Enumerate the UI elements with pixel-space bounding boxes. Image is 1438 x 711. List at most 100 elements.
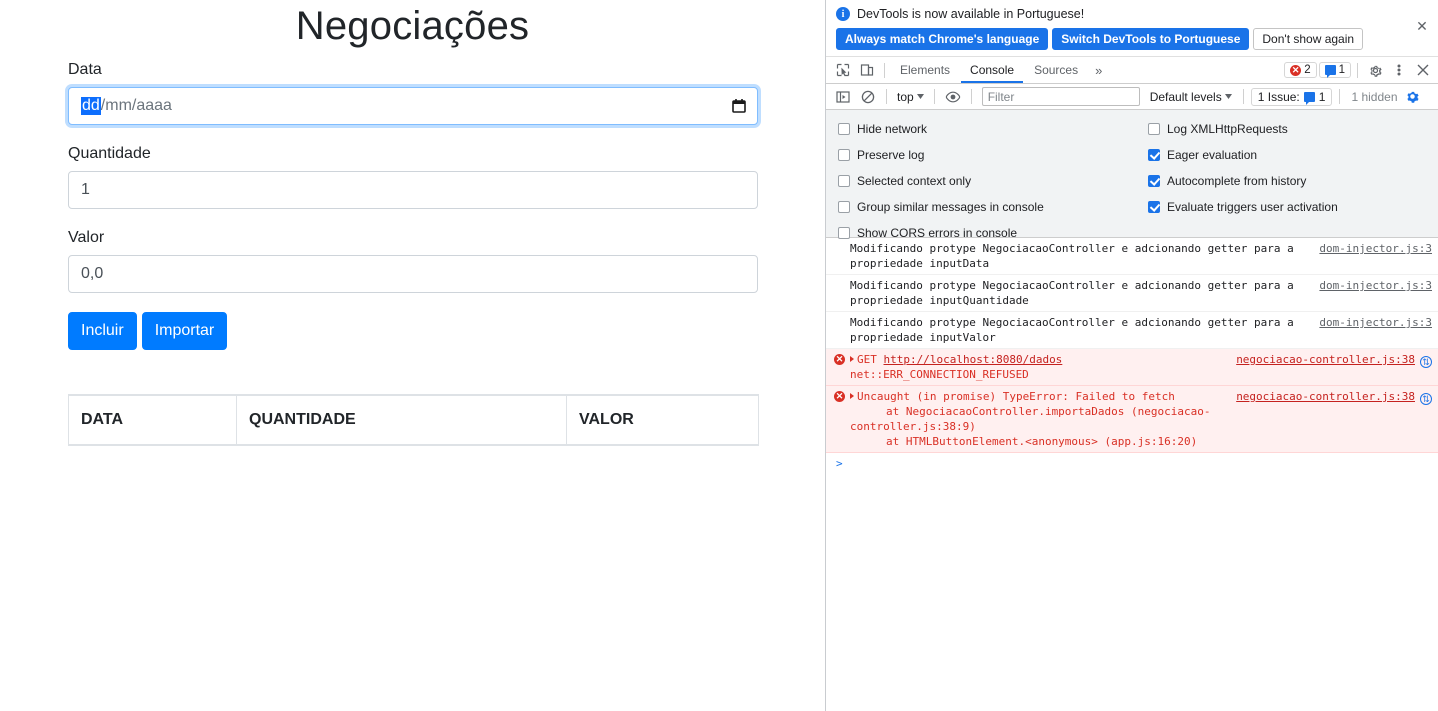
setting-label-eager-evaluation: Eager evaluation [1167,148,1258,162]
close-devtools-icon[interactable] [1412,59,1434,81]
expand-triangle-icon[interactable] [850,356,854,362]
issues-chip[interactable]: 1 Issue: 1 [1250,87,1333,106]
checkbox-preserve-log[interactable] [838,149,850,161]
message-count-label: 1 [1338,64,1345,76]
console-message-source[interactable]: dom-injector.js:3 [1311,315,1432,345]
error-count-label: 2 [1304,64,1311,76]
date-segment-day[interactable]: dd [81,97,101,115]
checkbox-selected-context-only[interactable] [838,175,850,187]
issues-count: 1 [1318,89,1326,104]
checkbox-autocomplete-from-history[interactable] [1148,175,1160,187]
console-message-source[interactable]: dom-injector.js:3 [1311,241,1432,271]
tab-console[interactable]: Console [961,57,1024,83]
console-error-stack-0: at NegociacaoController.importaDados (ne… [850,405,1211,433]
inspect-element-icon[interactable] [832,59,854,81]
gear-icon[interactable] [1364,59,1386,81]
label-quantidade: Quantidade [68,145,151,162]
checkbox-hide-network[interactable] [838,123,850,135]
setting-log-xmlhttprequests[interactable]: Log XMLHttpRequests [1148,116,1438,142]
dont-show-again-button[interactable]: Don't show again [1253,28,1364,50]
close-icon[interactable]: ✕ [1413,17,1431,35]
console-sidebar-icon[interactable] [832,86,854,108]
label-valor: Valor [68,229,105,246]
console-message-line1: Modificando protype NegociacaoController… [850,316,1294,329]
request-url-link[interactable]: http://localhost:8080/dados [884,353,1063,366]
source-link[interactable]: negociacao-controller.js:38 [1236,390,1415,403]
clear-console-icon[interactable] [857,86,879,108]
checkbox-group-similar-messages[interactable] [838,201,850,213]
setting-evaluate-triggers-user-activation[interactable]: Evaluate triggers user activation [1148,194,1438,220]
console-message-source[interactable]: dom-injector.js:3 [1311,278,1432,308]
checkbox-eager-evaluation[interactable] [1148,149,1160,161]
checkbox-evaluate-triggers-user-activation[interactable] [1148,201,1160,213]
console-message-error[interactable]: ✕ Uncaught (in promise) TypeError: Faile… [826,386,1438,453]
console-error-line2: net::ERR_CONNECTION_REFUSED [850,368,1029,381]
date-input[interactable]: dd/mm/aaaa [68,87,758,125]
date-segment-rest[interactable]: /mm/aaaa [101,97,172,115]
source-link[interactable]: negociacao-controller.js:38 [1236,353,1415,366]
form-actions: Incluir Importar [68,312,757,350]
console-message-log[interactable]: Modificando protype NegociacaoController… [826,275,1438,312]
log-levels-selector[interactable]: Default levels [1146,90,1236,104]
open-in-network-panel-icon[interactable]: ⇅ [1420,356,1432,368]
filterbar-divider-1 [886,89,887,104]
live-expression-icon[interactable] [942,86,964,108]
checkbox-log-xmlhttprequests[interactable] [1148,123,1160,135]
setting-group-similar-messages[interactable]: Group similar messages in console [838,194,1132,220]
table-header-row: DATA QUANTIDADE VALOR [68,394,759,446]
setting-preserve-log[interactable]: Preserve log [838,142,1132,168]
tab-elements[interactable]: Elements [891,57,959,83]
console-input-prompt[interactable]: > [826,453,1438,474]
filterbar-divider-4 [1242,89,1244,104]
page-title: Negociações [295,4,530,48]
incluir-button[interactable]: Incluir [68,312,137,350]
console-error-stack-1: at HTMLButtonElement.<anonymous> (app.js… [886,435,1198,448]
console-message-source[interactable]: negociacao-controller.js:38 ⇅ [1228,389,1432,449]
console-message-line2: propriedade inputQuantidade [850,294,1029,307]
devtools-toolbar: Elements Console Sources » ✕ 2 1 [826,57,1438,84]
hidden-messages-label: 1 hidden [1351,89,1398,104]
filterbar-divider-3 [970,89,972,104]
switch-to-portuguese-button[interactable]: Switch DevTools to Portuguese [1052,28,1250,50]
console-message-error[interactable]: ✕ GET http://localhost:8080/dados net::E… [826,349,1438,386]
setting-label-hide-network: Hide network [857,122,928,136]
error-count-chip[interactable]: ✕ 2 [1284,62,1317,78]
console-message-log[interactable]: Modificando protype NegociacaoController… [826,312,1438,349]
expand-triangle-icon[interactable] [850,393,854,399]
calendar-icon[interactable] [732,99,746,114]
source-link[interactable]: dom-injector.js:3 [1319,316,1432,329]
source-link[interactable]: dom-injector.js:3 [1319,279,1432,292]
log-levels-label: Default levels [1149,89,1222,104]
source-link[interactable]: dom-injector.js:3 [1319,242,1432,255]
console-message-body: Modificando protype NegociacaoController… [836,278,1311,308]
setting-selected-context-only[interactable]: Selected context only [838,168,1132,194]
filterbar-divider-2 [933,89,935,104]
negociacoes-table: DATA QUANTIDADE VALOR [68,394,759,446]
console-message-body: Uncaught (in promise) TypeError: Failed … [836,389,1228,449]
console-message-source[interactable]: negociacao-controller.js:38 ⇅ [1228,352,1432,382]
date-input-visual[interactable]: dd/mm/aaaa [68,87,758,125]
setting-hide-network[interactable]: Hide network [838,116,1132,142]
console-settings-gear-icon[interactable] [1405,89,1420,104]
console-message-line2: propriedade inputData [850,257,990,270]
negociacoes-table-wrap: DATA QUANTIDADE VALOR [0,394,825,446]
device-toolbar-icon[interactable] [856,59,878,81]
chevron-double-right-icon[interactable]: » [1089,63,1108,78]
field-group-quantidade: Quantidade [68,144,758,209]
setting-eager-evaluation[interactable]: Eager evaluation [1148,142,1438,168]
context-selector[interactable]: top [894,90,927,104]
kebab-menu-icon[interactable] [1388,59,1410,81]
setting-autocomplete-from-history[interactable]: Autocomplete from history [1148,168,1438,194]
message-count-chip[interactable]: 1 [1318,62,1351,78]
importar-button[interactable]: Importar [141,312,228,350]
message-bubble-icon [1324,65,1336,78]
console-message-log[interactable]: Modificando protype NegociacaoController… [826,238,1438,275]
open-in-sources-panel-icon[interactable]: ⇅ [1420,393,1432,405]
tab-sources[interactable]: Sources [1025,57,1087,83]
valor-input[interactable] [68,255,758,293]
devtools-panel: i DevTools is now available in Portugues… [826,0,1438,711]
quantidade-input[interactable] [68,171,758,209]
always-match-language-button[interactable]: Always match Chrome's language [836,28,1049,50]
console-filter-input[interactable] [981,87,1140,106]
console-message-line1: Modificando protype NegociacaoController… [850,242,1294,255]
